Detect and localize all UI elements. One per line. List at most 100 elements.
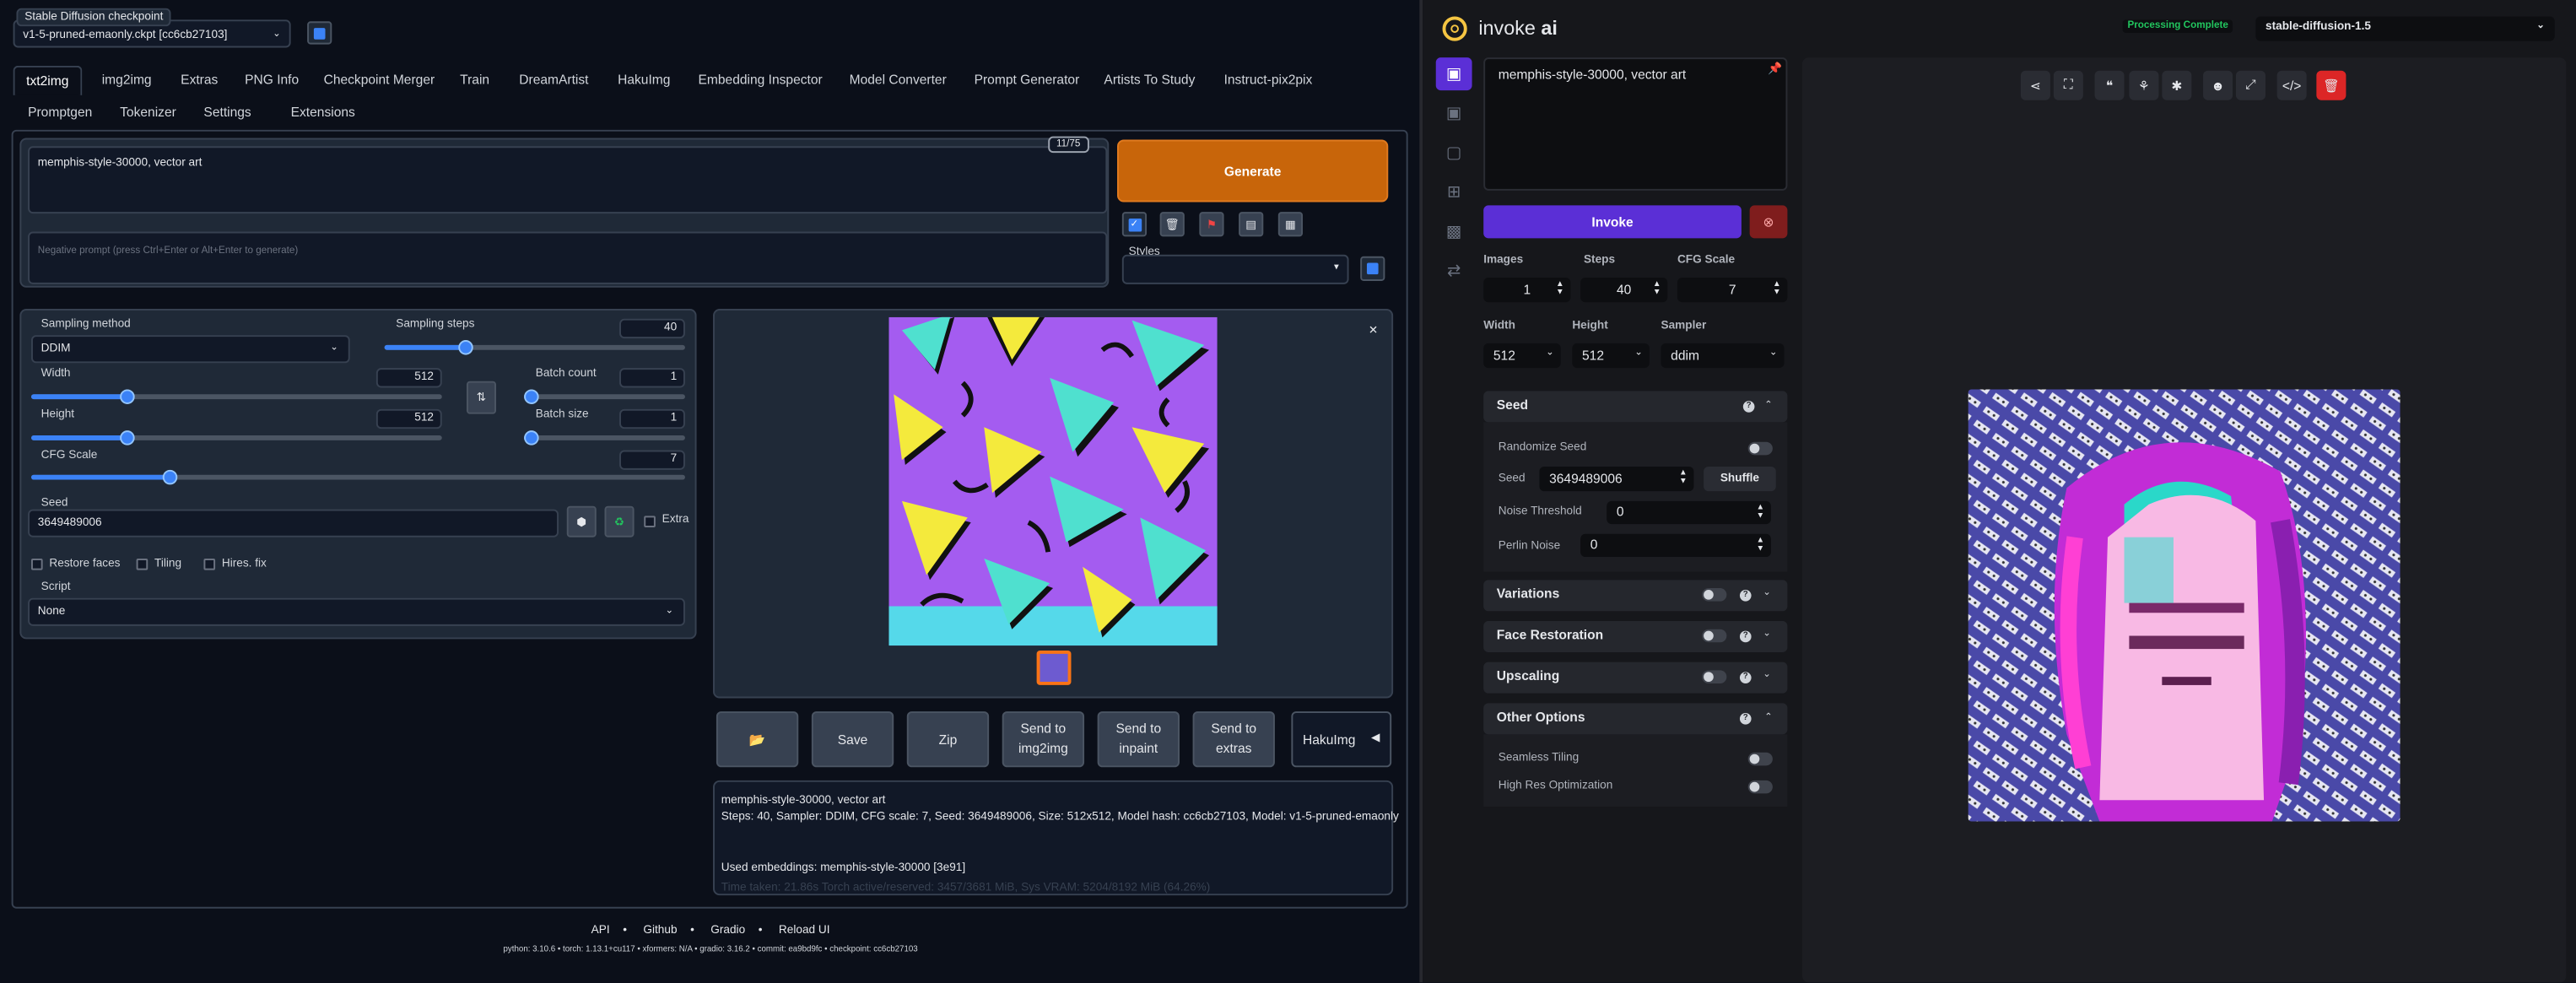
slider-thumb[interactable] [119, 430, 134, 446]
tab-txt2img[interactable]: txt2img [13, 65, 82, 95]
merge-tab[interactable]: ⇄ [1436, 255, 1472, 288]
tab-prompt-generator[interactable]: Prompt Generator [963, 66, 1091, 94]
style-apply-button[interactable]: ⚑ [1199, 212, 1224, 237]
variations-toggle[interactable] [1702, 588, 1727, 602]
face-restoration-accordion[interactable]: Face Restoration? ⌄ [1483, 620, 1788, 652]
help-icon[interactable]: ? [1739, 630, 1752, 643]
tab-promptgen[interactable]: Promptgen [16, 99, 103, 127]
invoke-button[interactable]: Invoke [1483, 205, 1742, 239]
stepper-icon[interactable]: ▲ ▼ [1653, 280, 1661, 297]
hakuimg-button[interactable]: HakuImg ◀ [1291, 711, 1392, 768]
help-icon[interactable]: ? [1739, 672, 1752, 683]
help-icon[interactable]: ? [1739, 713, 1752, 725]
height-slider[interactable] [30, 430, 442, 446]
width-slider[interactable] [30, 389, 442, 404]
invoke-generated-image[interactable] [1968, 389, 2400, 822]
outpainting-tab[interactable]: ⊞ [1436, 176, 1472, 208]
close-icon[interactable]: ✕ [1369, 324, 1378, 338]
invoke-seed-input[interactable]: 3649489006 ▲ ▼ [1539, 466, 1694, 492]
tab-dreamartist[interactable]: DreamArtist [508, 66, 600, 94]
other-options-accordion[interactable]: Other Options? ⌃ [1483, 703, 1788, 735]
seed-accordion-header[interactable]: Seed? ⌃ [1483, 391, 1788, 423]
share-button[interactable]: ⋖ [2020, 70, 2050, 100]
stepper-icon[interactable]: ▲ ▼ [1773, 280, 1781, 297]
sampling-method-select[interactable]: DDIM ⌄ [30, 335, 350, 364]
help-icon[interactable]: ? [1742, 401, 1755, 413]
tab-hakuimg[interactable]: HakuImg [606, 66, 682, 94]
hires-checkbox[interactable] [203, 559, 216, 570]
sampling-steps-slider[interactable] [384, 340, 685, 355]
tiling-checkbox[interactable] [136, 559, 149, 570]
save-button[interactable]: Save [811, 711, 894, 768]
high-res-toggle[interactable] [1747, 780, 1773, 794]
slider-thumb[interactable] [161, 469, 177, 485]
invoke-width-select[interactable]: 512 ⌄ [1483, 343, 1561, 369]
clipboard-button[interactable]: ▤ [1239, 212, 1264, 237]
use-seed-button[interactable]: ⚘ [2129, 70, 2159, 100]
slider-thumb[interactable] [524, 430, 539, 446]
sampling-steps-input[interactable]: 40 [619, 318, 685, 339]
images-input[interactable]: 1 ▲ ▼ [1483, 278, 1571, 303]
tab-png-info[interactable]: PNG Info [233, 66, 310, 94]
inpainting-tab[interactable]: ▢ [1436, 137, 1472, 170]
stepper-icon[interactable]: ▲ ▼ [1757, 504, 1765, 521]
zip-button[interactable]: Zip [906, 711, 990, 768]
batch-count-input[interactable]: 1 [619, 368, 685, 388]
reuse-seed-button[interactable]: ♻ [604, 505, 635, 537]
github-link[interactable]: Github [643, 925, 677, 937]
delete-image-button[interactable]: 🗑 [2316, 70, 2346, 100]
tab-embedding-inspector[interactable]: Embedding Inspector [687, 66, 834, 94]
send-to-inpaint-button[interactable]: Send to inpaint [1097, 711, 1180, 768]
save-style-button[interactable]: ▦ [1277, 212, 1304, 237]
cancel-button[interactable]: ⊗ [1749, 205, 1788, 239]
tab-model-converter[interactable]: Model Converter [838, 66, 958, 94]
gallery-thumbnail[interactable] [1036, 651, 1072, 685]
gallery-tab[interactable]: ▩ [1436, 215, 1472, 248]
height-input[interactable]: 512 [375, 408, 442, 429]
upscale-button[interactable]: ⤢ [2235, 70, 2266, 100]
upscaling-toggle[interactable] [1702, 670, 1727, 683]
width-input[interactable]: 512 [375, 368, 442, 388]
restore-faces-button[interactable]: ☻ [2203, 70, 2233, 100]
image-to-image-tab[interactable]: ▣ [1436, 97, 1472, 130]
batch-size-input[interactable]: 1 [619, 408, 685, 429]
tab-artists-to-study[interactable]: Artists To Study [1093, 66, 1207, 94]
slider-thumb[interactable] [524, 389, 539, 404]
cfg-slider[interactable] [30, 469, 685, 485]
fullscreen-button[interactable]: ⛶ [2053, 70, 2083, 100]
send-to-extras-button[interactable]: Send to extras [1192, 711, 1275, 768]
cfg-input[interactable]: 7 [619, 450, 685, 470]
use-prompt-button[interactable]: ❝ [2094, 70, 2125, 100]
negative-prompt-input[interactable]: Negative prompt (press Ctrl+Enter or Alt… [28, 231, 1108, 284]
tab-checkpoint-merger[interactable]: Checkpoint Merger [312, 66, 446, 94]
noise-threshold-input[interactable]: 0 ▲ ▼ [1607, 500, 1771, 525]
generate-button[interactable]: Generate [1117, 139, 1389, 203]
prompt-input[interactable]: memphis-style-30000, vector art [28, 146, 1108, 214]
generated-image[interactable] [888, 316, 1218, 646]
toggle-button[interactable]: ✓ [1121, 212, 1148, 237]
variations-accordion[interactable]: Variations? ⌄ [1483, 580, 1788, 612]
restore-faces-checkbox[interactable] [30, 559, 43, 570]
api-link[interactable]: API [591, 925, 610, 937]
tab-extras[interactable]: Extras [170, 66, 230, 94]
tab-settings[interactable]: Settings [192, 99, 263, 127]
send-to-img2img-button[interactable]: Send to img2img [1002, 711, 1085, 768]
tab-extensions[interactable]: Extensions [279, 99, 366, 127]
stepper-icon[interactable]: ▲ ▼ [1757, 537, 1765, 554]
use-all-button[interactable]: ✱ [2162, 70, 2192, 100]
shuffle-button[interactable]: Shuffle [1704, 466, 1776, 492]
sampler-select[interactable]: ddim ⌄ [1661, 343, 1785, 369]
steps-input[interactable]: 40 ▲ ▼ [1580, 278, 1668, 303]
tab-instruct-pix2pix[interactable]: Instruct-pix2pix [1212, 66, 1324, 94]
metadata-button[interactable]: </> [2276, 70, 2307, 100]
tab-tokenizer[interactable]: Tokenizer [109, 99, 188, 127]
tab-img2img[interactable]: img2img [90, 66, 163, 94]
seamless-tiling-toggle[interactable] [1747, 752, 1773, 766]
open-folder-button[interactable]: 📂 [716, 711, 799, 768]
text-to-image-tab[interactable]: ▣ [1435, 57, 1472, 91]
invoke-cfg-input[interactable]: 7 ▲ ▼ [1677, 278, 1788, 303]
upscaling-accordion[interactable]: Upscaling? ⌄ [1483, 662, 1788, 694]
tab-train[interactable]: Train [449, 66, 501, 94]
perlin-noise-input[interactable]: 0 ▲ ▼ [1580, 533, 1771, 558]
randomize-seed-toggle[interactable] [1747, 441, 1773, 456]
